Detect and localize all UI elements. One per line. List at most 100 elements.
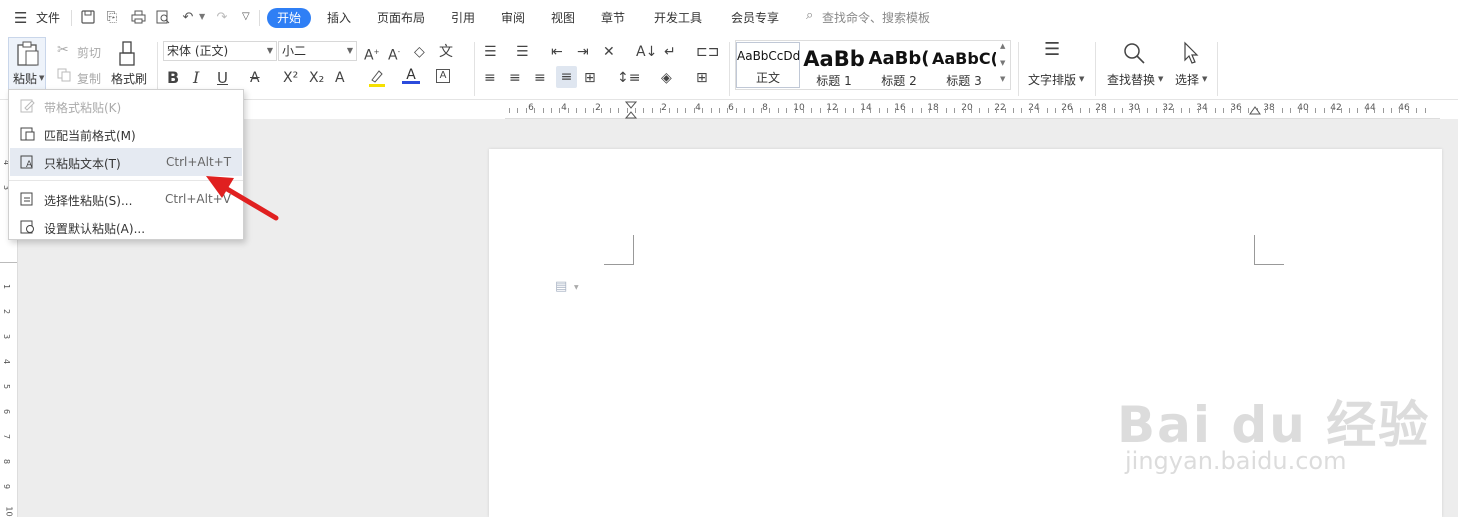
chevron-down-icon: ▼ bbox=[574, 284, 579, 291]
borders-icon[interactable]: ⊞ bbox=[696, 69, 708, 87]
menu-item-paste-keep-format[interactable]: 带格式粘贴(K) bbox=[10, 92, 242, 120]
tab-home[interactable]: 开始 bbox=[267, 8, 311, 28]
ruler-minor-tick bbox=[1021, 108, 1023, 113]
paste-label[interactable]: 粘贴 bbox=[13, 70, 37, 87]
ruler-minor-tick bbox=[1164, 108, 1166, 113]
copy-icon[interactable] bbox=[57, 68, 71, 85]
format-painter-icon[interactable] bbox=[118, 41, 140, 70]
tab-developer[interactable]: 开发工具 bbox=[654, 9, 702, 26]
ruler-minor-tick bbox=[744, 108, 746, 113]
tab-view[interactable]: 视图 bbox=[551, 9, 575, 26]
subscript-icon[interactable]: X₂ bbox=[309, 69, 324, 87]
tab-membership[interactable]: 会员专享 bbox=[731, 9, 779, 26]
ruler-minor-tick bbox=[954, 108, 956, 113]
justify-icon[interactable]: ≡ bbox=[556, 66, 577, 88]
line-spacing-icon[interactable]: ↕≡ bbox=[617, 69, 640, 87]
underline-icon[interactable]: U bbox=[217, 69, 228, 87]
menu-item-match-format[interactable]: 匹配当前格式(M) bbox=[10, 120, 242, 148]
print-preview-icon[interactable] bbox=[155, 10, 171, 26]
ruler-minor-tick bbox=[1273, 108, 1275, 113]
increase-indent-icon[interactable]: ⇥ bbox=[577, 43, 589, 61]
style-heading-3-label: 标题 3 bbox=[946, 74, 982, 88]
bold-icon[interactable]: B bbox=[167, 69, 179, 87]
phonetic-guide-icon[interactable]: 文 bbox=[439, 43, 453, 61]
print-icon[interactable] bbox=[130, 10, 146, 26]
styles-scroll-up-icon[interactable]: ▲ bbox=[1000, 42, 1005, 50]
shading-icon[interactable]: ◈ bbox=[661, 69, 672, 87]
text-effect-icon[interactable]: A bbox=[335, 69, 345, 87]
magnifier-icon[interactable] bbox=[1122, 41, 1146, 68]
grow-font-icon[interactable]: A+ bbox=[364, 43, 379, 65]
align-left-icon[interactable]: ≡ bbox=[484, 69, 496, 87]
text-layout-label[interactable]: 文字排版 bbox=[1028, 71, 1076, 88]
shrink-font-icon[interactable]: A- bbox=[388, 43, 400, 65]
ruler-margin-marker-left[interactable] bbox=[624, 101, 638, 121]
style-normal-preview: AaBbCcDd bbox=[737, 49, 799, 63]
decrease-indent-icon[interactable]: ⇤ bbox=[551, 43, 563, 61]
char-border-icon[interactable]: A bbox=[436, 69, 450, 83]
search-icon[interactable]: ⌕ bbox=[806, 8, 813, 23]
paste-dropdown-icon[interactable]: ▼ bbox=[39, 74, 44, 82]
superscript-icon[interactable]: X² bbox=[283, 69, 298, 87]
style-normal[interactable]: AaBbCcDd 正文 bbox=[736, 42, 800, 88]
clear-format-icon[interactable]: ◇ bbox=[414, 43, 425, 61]
ruler-minor-tick bbox=[1382, 108, 1384, 113]
style-heading-3[interactable]: AaBbC( 标题 3 bbox=[932, 46, 996, 92]
ruler-minor-tick bbox=[1206, 108, 1208, 113]
sort-icon[interactable]: A↓ bbox=[636, 43, 657, 61]
font-size-combo[interactable]: 小二 ▼ bbox=[278, 41, 357, 61]
text-layout-icon[interactable]: ☰ bbox=[1044, 41, 1060, 59]
ruler-minor-tick bbox=[1197, 108, 1199, 113]
font-color-icon[interactable]: A bbox=[402, 67, 420, 87]
file-menu[interactable]: 文件 bbox=[36, 9, 60, 26]
tab-insert[interactable]: 插入 bbox=[327, 9, 351, 26]
italic-icon[interactable]: I bbox=[193, 69, 199, 87]
cut-label[interactable]: 剪切 bbox=[77, 44, 101, 61]
ruler-minor-tick bbox=[668, 108, 670, 113]
tab-review[interactable]: 审阅 bbox=[501, 9, 525, 26]
ruler-tick-label: 8 bbox=[762, 103, 768, 113]
tab-stops-icon[interactable]: ⊏⊐ bbox=[696, 43, 719, 61]
select-label[interactable]: 选择 bbox=[1175, 71, 1199, 88]
undo-dropdown-icon[interactable]: ▼ bbox=[199, 12, 205, 21]
strikethrough-icon[interactable]: A bbox=[250, 69, 260, 87]
styles-more-icon[interactable]: ▼ bbox=[1000, 75, 1005, 83]
ruler-minor-tick bbox=[1139, 108, 1140, 113]
export-icon[interactable]: ⎘ bbox=[104, 10, 120, 26]
chinese-layout-icon[interactable]: ✕ bbox=[603, 43, 615, 61]
document-page[interactable]: ▤ ▼ Bai du 经验 jingyan.baidu.com bbox=[489, 149, 1442, 517]
align-center-icon[interactable]: ≡ bbox=[509, 69, 521, 87]
tab-references[interactable]: 引用 bbox=[451, 9, 475, 26]
paste-format-icon bbox=[20, 98, 35, 113]
hamburger-icon[interactable]: ☰ bbox=[14, 9, 27, 27]
ruler-minor-tick bbox=[576, 108, 578, 113]
ruler-minor-tick bbox=[769, 108, 771, 113]
show-marks-icon[interactable]: ↵ bbox=[664, 43, 676, 61]
distributed-icon[interactable]: ⊞ bbox=[584, 69, 596, 87]
paste-options-icon[interactable]: ▤ bbox=[555, 279, 567, 294]
align-right-icon[interactable]: ≡ bbox=[534, 69, 546, 87]
tab-page-layout[interactable]: 页面布局 bbox=[377, 9, 425, 26]
ruler-tick-label: 7 bbox=[2, 433, 12, 440]
ruler-tick-label: 2 bbox=[595, 103, 601, 113]
save-icon[interactable] bbox=[80, 10, 96, 26]
font-name-combo[interactable]: 宋体 (正文) ▼ bbox=[163, 41, 277, 61]
redo-icon[interactable]: ↷ bbox=[214, 10, 230, 26]
undo-icon[interactable]: ↶ bbox=[180, 10, 196, 26]
ruler-minor-tick bbox=[618, 108, 620, 113]
format-painter-label[interactable]: 格式刷 bbox=[111, 70, 147, 87]
tab-section[interactable]: 章节 bbox=[601, 9, 625, 26]
customize-dropdown-icon[interactable]: ▽ bbox=[242, 11, 250, 22]
style-heading-1[interactable]: AaBb 标题 1 bbox=[802, 46, 866, 92]
styles-scroll-down-icon[interactable]: ▼ bbox=[1000, 59, 1005, 67]
scissors-icon[interactable]: ✂ bbox=[57, 42, 69, 58]
search-command-input[interactable]: 查找命令、搜索模板 bbox=[822, 9, 930, 26]
find-replace-label[interactable]: 查找替换 bbox=[1107, 71, 1155, 88]
cursor-select-icon[interactable] bbox=[1181, 41, 1201, 68]
ruler-margin-marker-right[interactable] bbox=[1249, 106, 1261, 118]
style-heading-2[interactable]: AaBb( 标题 2 bbox=[867, 46, 931, 92]
copy-label[interactable]: 复制 bbox=[77, 70, 101, 87]
bullet-list-icon[interactable]: ☰ bbox=[484, 43, 497, 61]
numbered-list-icon[interactable]: ☰ bbox=[516, 43, 529, 61]
highlight-color-icon[interactable] bbox=[368, 68, 386, 88]
